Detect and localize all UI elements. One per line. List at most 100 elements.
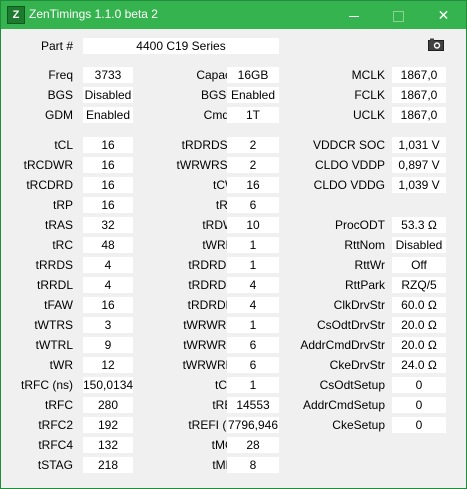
maximize-icon — [393, 10, 404, 22]
timing-value: 12 — [83, 357, 133, 373]
top-value: Disabled — [83, 87, 133, 103]
timing-value: 1 — [227, 377, 279, 393]
timing-value: 48 — [83, 237, 133, 253]
top-value: 1867,0 — [392, 87, 446, 103]
timing-value: 16 — [227, 177, 279, 193]
timing-value: 192 — [83, 417, 133, 433]
timing-value: 8 — [227, 457, 279, 473]
timing-label: CkeDrvStr — [329, 358, 385, 372]
timing-value: 4 — [227, 297, 279, 313]
timing-label: CsOdtSetup — [319, 378, 385, 392]
timing-value: 24.0 Ω — [392, 357, 446, 373]
timing-label: RttPark — [344, 278, 385, 292]
top-label: MCLK — [351, 68, 385, 82]
timing-value: 20.0 Ω — [392, 317, 446, 333]
timing-value: 2 — [227, 137, 279, 153]
app-window: Z ZenTimings 1.1.0 beta 2 ✕ Part # 4400 … — [0, 0, 467, 489]
timing-label: tCL — [54, 138, 73, 152]
timing-value: 9 — [83, 337, 133, 353]
timing-label: CsOdtDrvStr — [316, 318, 385, 332]
timing-value: 16 — [83, 297, 133, 313]
timing-value: 4 — [83, 257, 133, 273]
timing-label: RttNom — [344, 238, 385, 252]
timing-value: 4 — [83, 277, 133, 293]
top-value: 1867,0 — [392, 67, 446, 83]
timing-label: AddrCmdDrvStr — [300, 338, 385, 352]
timing-value: 6 — [227, 197, 279, 213]
timing-label: tFAW — [44, 298, 73, 312]
timing-value: 16 — [83, 177, 133, 193]
app-icon: Z — [7, 6, 25, 24]
minimize-icon — [348, 15, 359, 17]
timing-value: 150,0134 — [83, 377, 134, 393]
timing-label: tRAS — [44, 218, 73, 232]
top-label: BGS — [47, 88, 73, 102]
timing-label: CkeSetup — [332, 418, 385, 432]
timing-label: CLDO VDDP — [314, 158, 385, 172]
timing-label: tWTRL — [35, 338, 73, 352]
top-value: 1867,0 — [392, 107, 446, 123]
timing-value: 1,039 V — [392, 177, 446, 193]
timing-value: 1 — [227, 237, 279, 253]
timing-label: tRCDRD — [26, 178, 73, 192]
timing-value: 132 — [83, 437, 133, 453]
timing-label: VDDCR SOC — [312, 138, 385, 152]
close-button[interactable]: ✕ — [421, 1, 466, 29]
app-icon-letter: Z — [12, 9, 20, 21]
top-value: 1T — [227, 107, 279, 123]
window-title: ZenTimings 1.1.0 beta 2 — [29, 7, 158, 21]
timing-value: Disabled — [392, 237, 446, 253]
part-number-value: 4400 C19 Series — [83, 38, 279, 54]
timing-value: 0 — [392, 417, 446, 433]
timing-value: 32 — [83, 217, 133, 233]
timing-value: 16 — [83, 137, 133, 153]
timing-value: 218 — [83, 457, 133, 473]
timing-value: 1,031 V — [392, 137, 446, 153]
timing-value: 0 — [392, 397, 446, 413]
timing-value: 16 — [83, 157, 133, 173]
timing-value: 28 — [227, 437, 279, 453]
timing-label: tRP — [52, 198, 73, 212]
timing-value: 6 — [227, 337, 279, 353]
timing-label: tWTRS — [34, 318, 73, 332]
timing-value: 10 — [227, 217, 279, 233]
timing-value: 3 — [83, 317, 133, 333]
timing-value: 0,897 V — [392, 157, 446, 173]
timing-label: CLDO VDDG — [313, 178, 385, 192]
timing-value: 16 — [83, 197, 133, 213]
timing-label: tRC — [52, 238, 73, 252]
timing-value: 7796,946 — [227, 417, 279, 433]
timing-label: ClkDrvStr — [333, 298, 385, 312]
timing-value: 53.3 Ω — [392, 217, 446, 233]
close-icon: ✕ — [437, 7, 450, 23]
timing-label: tWR — [49, 358, 73, 372]
top-value: Enabled — [83, 107, 133, 123]
timing-value: RZQ/5 — [392, 277, 446, 293]
top-label: FCLK — [354, 88, 385, 102]
timing-label: RttWr — [354, 258, 385, 272]
top-value: 3733 — [83, 67, 133, 83]
timing-value: Off — [392, 257, 446, 273]
timing-label: tRFC2 — [38, 418, 73, 432]
timing-value: 6 — [227, 357, 279, 373]
timing-value: 1 — [227, 257, 279, 273]
top-value: Enabled — [227, 87, 279, 103]
timing-label: tRCDWR — [23, 158, 73, 172]
timing-value: 60.0 Ω — [392, 297, 446, 313]
timing-label: tRRDL — [36, 278, 73, 292]
timing-value: 0 — [392, 377, 446, 393]
timing-label: tRFC (ns) — [21, 378, 73, 392]
minimize-button[interactable] — [331, 1, 376, 29]
timing-value: 20.0 Ω — [392, 337, 446, 353]
camera-icon[interactable] — [428, 38, 444, 51]
title-bar[interactable]: Z ZenTimings 1.1.0 beta 2 ✕ — [1, 1, 466, 29]
timing-label: tSTAG — [37, 458, 73, 472]
timing-value: 1 — [227, 317, 279, 333]
timing-label: tRRDS — [35, 258, 73, 272]
timing-label: tRFC4 — [38, 438, 73, 452]
timing-value: 4 — [227, 277, 279, 293]
timing-value: 280 — [83, 397, 133, 413]
timing-label: ProcODT — [334, 218, 385, 232]
timing-label: tRFC — [45, 398, 73, 412]
maximize-button[interactable] — [376, 1, 421, 29]
